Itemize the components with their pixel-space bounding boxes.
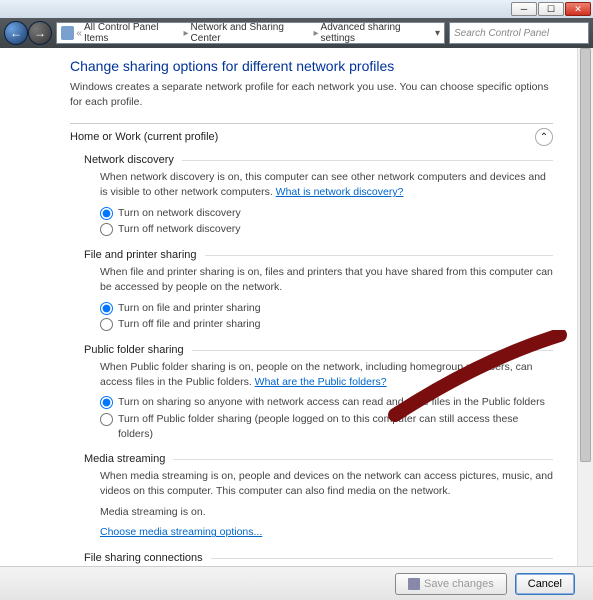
save-icon [408,578,420,590]
maximize-button[interactable]: ☐ [538,2,564,16]
section-media-streaming: Media streaming When media streaming is … [84,453,553,540]
radio-label: Turn off Public folder sharing (people l… [118,412,553,441]
section-file-printer-sharing: File and printer sharing When file and p… [84,249,553,332]
page-title: Change sharing options for different net… [70,58,553,74]
section-network-discovery: Network discovery When network discovery… [84,154,553,237]
link-what-is-network-discovery[interactable]: What is network discovery? [276,186,404,198]
section-title: Network discovery [84,154,182,166]
breadcrumb-item[interactable]: Advanced sharing settings [321,22,433,44]
section-text: When media streaming is on, people and d… [100,469,553,498]
back-button[interactable]: ← [4,21,28,45]
radio-fp-on[interactable] [100,302,113,315]
radio-nd-off[interactable] [100,223,113,236]
radio-pf-off[interactable] [100,413,113,426]
section-title: File and printer sharing [84,249,205,261]
nav-bar: ← → « All Control Panel Items ▸ Network … [0,18,593,48]
breadcrumb[interactable]: « All Control Panel Items ▸ Network and … [56,22,445,44]
radio-label: Turn off network discovery [118,222,241,237]
button-label: Save changes [424,578,494,590]
link-media-streaming-options[interactable]: Choose media streaming options... [100,526,262,538]
profile-header-label: Home or Work (current profile) [70,131,218,143]
section-public-folder-sharing: Public folder sharing When Public folder… [84,344,553,441]
breadcrumb-item[interactable]: Network and Sharing Center [191,22,312,44]
page-description: Windows creates a separate network profi… [70,80,553,109]
section-text: When file and printer sharing is on, fil… [100,265,553,294]
forward-button[interactable]: → [28,21,52,45]
breadcrumb-item[interactable]: All Control Panel Items [84,22,182,44]
chevron-down-icon[interactable]: ▾ [435,28,440,39]
media-status: Media streaming is on. [100,505,553,520]
section-title: Public folder sharing [84,344,192,356]
window-chrome: ─ ☐ ✕ [0,0,593,18]
radio-label: Turn on file and printer sharing [118,301,261,316]
radio-nd-on[interactable] [100,207,113,220]
section-file-sharing-connections: File sharing connections Windows 7 uses … [84,552,553,566]
radio-label: Turn off file and printer sharing [118,317,260,332]
cancel-button[interactable]: Cancel [515,573,575,595]
radio-label: Turn on network discovery [118,206,241,221]
minimize-button[interactable]: ─ [511,2,537,16]
control-panel-icon [61,26,74,40]
radio-label: Turn on sharing so anyone with network a… [118,395,545,410]
section-title: File sharing connections [84,552,211,564]
section-title: Media streaming [84,453,173,465]
profile-header[interactable]: Home or Work (current profile) ⌃ [70,123,553,146]
search-input[interactable]: Search Control Panel [449,22,589,44]
close-button[interactable]: ✕ [565,2,591,16]
save-changes-button[interactable]: Save changes [395,573,507,595]
scrollbar[interactable] [577,48,593,566]
link-what-are-public-folders[interactable]: What are the Public folders? [255,376,387,388]
collapse-icon[interactable]: ⌃ [535,128,553,146]
footer: Save changes Cancel [0,566,593,600]
scrollbar-thumb[interactable] [580,48,591,462]
radio-pf-on[interactable] [100,396,113,409]
radio-fp-off[interactable] [100,318,113,331]
content-area: Change sharing options for different net… [0,48,593,566]
